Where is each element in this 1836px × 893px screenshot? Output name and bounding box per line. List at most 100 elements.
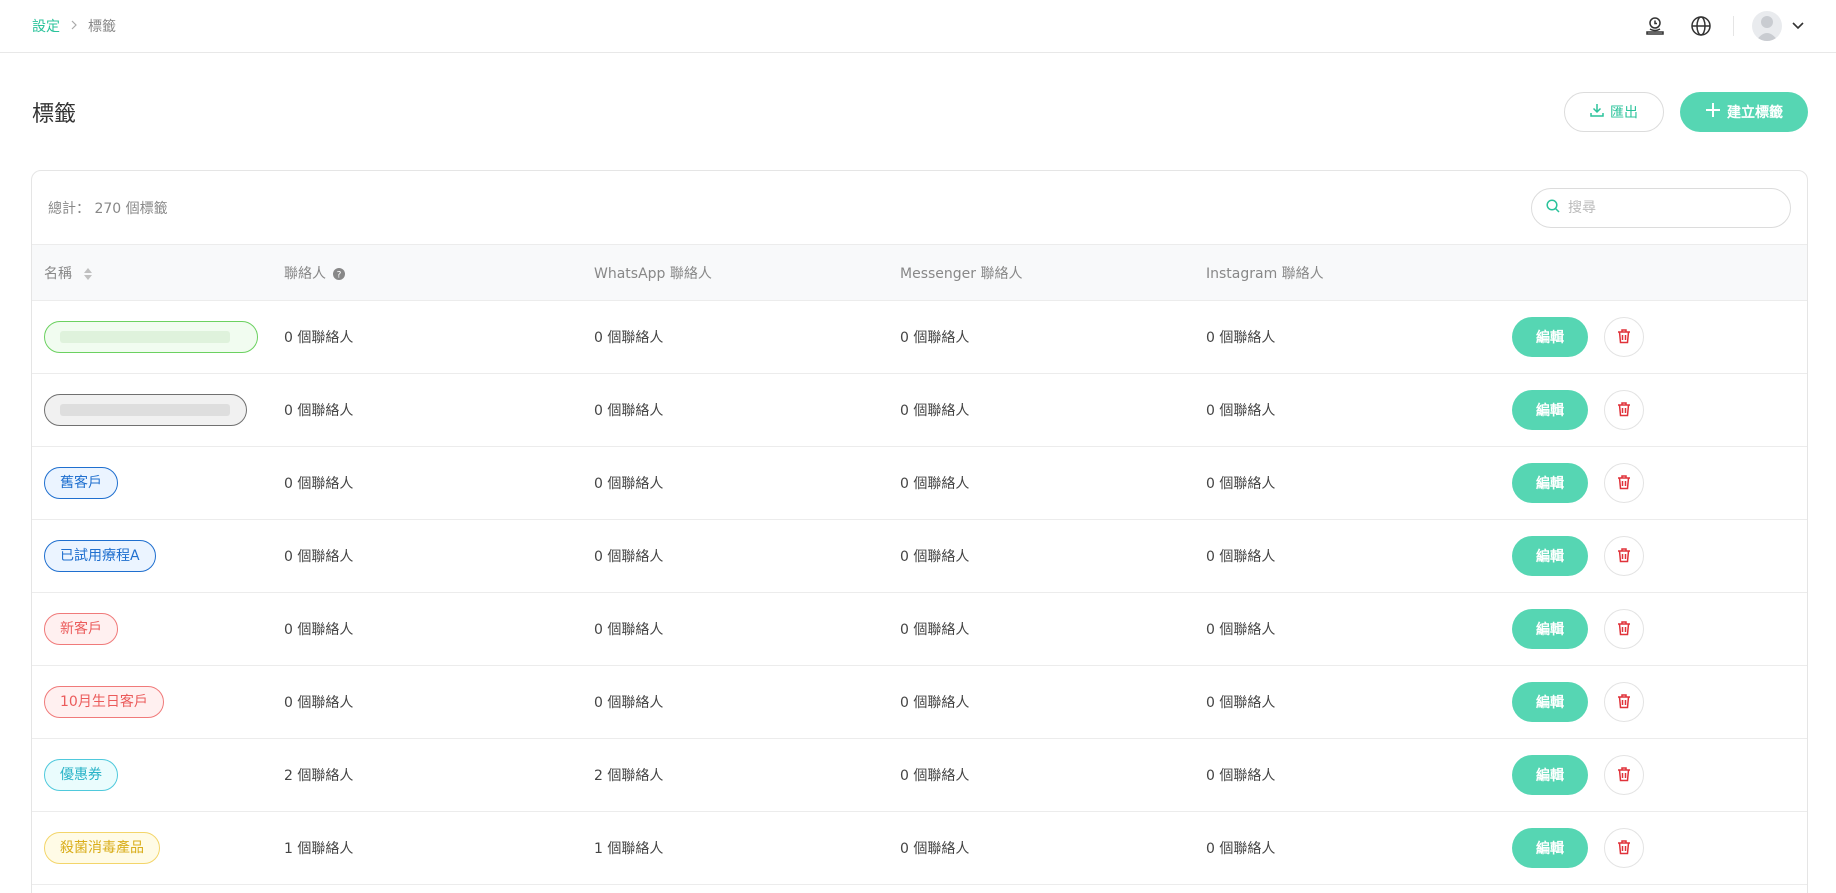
breadcrumb-current: 標籤 — [88, 19, 116, 35]
table-row: 0 個聯絡人 0 個聯絡人 0 個聯絡人 0 個聯絡人 編輯 — [32, 373, 1807, 447]
edit-button[interactable]: 編輯 — [1512, 536, 1588, 576]
table-row: 10月生日客戶 0 個聯絡人 0 個聯絡人 0 個聯絡人 0 個聯絡人 編輯 — [32, 665, 1807, 739]
page-title: 標籤 — [32, 101, 77, 127]
cell-actions: 編輯 — [1500, 519, 1807, 593]
cell-whatsapp: 2 個聯絡人 — [582, 738, 888, 812]
cell-contacts: 0 個聯絡人 — [272, 446, 582, 520]
cell-actions: 編輯 — [1500, 811, 1807, 885]
total-count: 總計： 270 個標籤 — [48, 200, 168, 217]
cell-messenger: 0 個聯絡人 — [888, 665, 1194, 739]
edit-button[interactable]: 編輯 — [1512, 682, 1588, 722]
cell-name: 已試用療程A — [32, 519, 272, 593]
create-tag-label: 建立標籤 — [1727, 104, 1783, 121]
table-row: 已試用療程A 0 個聯絡人 0 個聯絡人 0 個聯絡人 0 個聯絡人 編輯 — [32, 519, 1807, 593]
tags-card: 總計： 270 個標籤 名稱 聯絡人 — [31, 170, 1808, 893]
tag-chip[interactable]: 已試用療程A — [44, 540, 156, 572]
column-messenger: Messenger 聯絡人 — [900, 265, 1023, 282]
edit-button[interactable]: 編輯 — [1512, 390, 1588, 430]
tag-chip-redacted[interactable] — [44, 321, 258, 353]
create-tag-button[interactable]: 建立標籤 — [1680, 91, 1808, 132]
sort-icon[interactable] — [84, 267, 93, 280]
support-icon[interactable] — [1641, 12, 1669, 40]
edit-button[interactable]: 編輯 — [1512, 317, 1588, 357]
cell-contacts: 0 個聯絡人 — [272, 665, 582, 739]
cell-messenger: 0 個聯絡人 — [888, 300, 1194, 374]
cell-messenger: 0 個聯絡人 — [888, 738, 1194, 812]
delete-button[interactable] — [1604, 317, 1644, 357]
trash-icon — [1616, 620, 1632, 639]
cell-contacts: 0 個聯絡人 — [272, 300, 582, 374]
export-label: 匯出 — [1610, 104, 1638, 121]
cell-actions: 編輯 — [1500, 738, 1807, 812]
delete-button[interactable] — [1604, 390, 1644, 430]
search-box — [1531, 187, 1791, 228]
delete-button[interactable] — [1604, 536, 1644, 576]
cell-actions: 編輯 — [1500, 592, 1807, 666]
column-whatsapp: WhatsApp 聯絡人 — [594, 265, 712, 282]
table-header-row: 名稱 聯絡人 ? WhatsApp 聯絡人 Messenger 聯絡人 Inst… — [32, 244, 1807, 301]
table-row: 舊客戶 0 個聯絡人 0 個聯絡人 0 個聯絡人 0 個聯絡人 編輯 — [32, 446, 1807, 520]
cell-whatsapp: 0 個聯絡人 — [582, 519, 888, 593]
cell-whatsapp: 0 個聯絡人 — [582, 373, 888, 447]
edit-button[interactable]: 編輯 — [1512, 755, 1588, 795]
tag-chip[interactable]: 新客戶 — [44, 613, 118, 645]
cell-contacts: 0 個聯絡人 — [272, 592, 582, 666]
top-bar: 設定 標籤 — [0, 0, 1836, 53]
redacted-text — [60, 404, 230, 416]
cell-messenger: 0 個聯絡人 — [888, 446, 1194, 520]
topbar-divider — [1733, 16, 1734, 36]
table-row: 殺菌消毒產品 1 個聯絡人 1 個聯絡人 0 個聯絡人 0 個聯絡人 編輯 — [32, 811, 1807, 885]
cell-name: 舊客戶 — [32, 446, 272, 520]
tag-chip[interactable]: 殺菌消毒產品 — [44, 832, 160, 864]
column-name[interactable]: 名稱 — [32, 245, 272, 301]
chevron-down-icon[interactable] — [1792, 22, 1804, 30]
delete-button[interactable] — [1604, 682, 1644, 722]
tags-table: 名稱 聯絡人 ? WhatsApp 聯絡人 Messenger 聯絡人 Inst… — [32, 244, 1807, 885]
trash-icon — [1616, 547, 1632, 566]
cell-name: 10月生日客戶 — [32, 665, 272, 739]
edit-button[interactable]: 編輯 — [1512, 609, 1588, 649]
tag-chip-redacted[interactable] — [44, 394, 247, 426]
cell-instagram: 0 個聯絡人 — [1194, 300, 1500, 374]
cell-name: 優惠券 — [32, 738, 272, 812]
delete-button[interactable] — [1604, 463, 1644, 503]
download-icon — [1590, 103, 1604, 121]
table-row: 優惠券 2 個聯絡人 2 個聯絡人 0 個聯絡人 0 個聯絡人 編輯 — [32, 738, 1807, 812]
column-name-label: 名稱 — [44, 265, 72, 282]
breadcrumb-settings-link[interactable]: 設定 — [32, 16, 60, 36]
cell-whatsapp: 0 個聯絡人 — [582, 592, 888, 666]
help-icon[interactable]: ? — [333, 267, 346, 280]
search-input[interactable] — [1568, 199, 1768, 216]
cell-messenger: 0 個聯絡人 — [888, 373, 1194, 447]
page-header: 標籤 匯出 建立標籤 — [0, 53, 1836, 170]
trash-icon — [1616, 766, 1632, 785]
table-row: 新客戶 0 個聯絡人 0 個聯絡人 0 個聯絡人 0 個聯絡人 編輯 — [32, 592, 1807, 666]
cell-actions: 編輯 — [1500, 373, 1807, 447]
tag-chip[interactable]: 10月生日客戶 — [44, 686, 164, 718]
cell-whatsapp: 0 個聯絡人 — [582, 665, 888, 739]
column-actions — [1500, 245, 1807, 301]
delete-button[interactable] — [1604, 609, 1644, 649]
avatar[interactable] — [1752, 11, 1782, 41]
cell-instagram: 0 個聯絡人 — [1194, 519, 1500, 593]
cell-whatsapp: 0 個聯絡人 — [582, 446, 888, 520]
globe-icon[interactable] — [1687, 12, 1715, 40]
cell-contacts: 0 個聯絡人 — [272, 373, 582, 447]
cell-instagram: 0 個聯絡人 — [1194, 665, 1500, 739]
tag-chip[interactable]: 優惠券 — [44, 759, 118, 791]
cell-actions: 編輯 — [1500, 300, 1807, 374]
cell-contacts: 2 個聯絡人 — [272, 738, 582, 812]
delete-button[interactable] — [1604, 828, 1644, 868]
edit-button[interactable]: 編輯 — [1512, 828, 1588, 868]
column-instagram: Instagram 聯絡人 — [1206, 265, 1324, 282]
cell-instagram: 0 個聯絡人 — [1194, 738, 1500, 812]
cell-instagram: 0 個聯絡人 — [1194, 446, 1500, 520]
cell-instagram: 0 個聯絡人 — [1194, 373, 1500, 447]
delete-button[interactable] — [1604, 755, 1644, 795]
edit-button[interactable]: 編輯 — [1512, 463, 1588, 503]
tag-chip[interactable]: 舊客戶 — [44, 467, 118, 499]
trash-icon — [1616, 401, 1632, 420]
export-button[interactable]: 匯出 — [1564, 91, 1664, 132]
cell-name: 新客戶 — [32, 592, 272, 666]
cell-name — [32, 300, 272, 374]
